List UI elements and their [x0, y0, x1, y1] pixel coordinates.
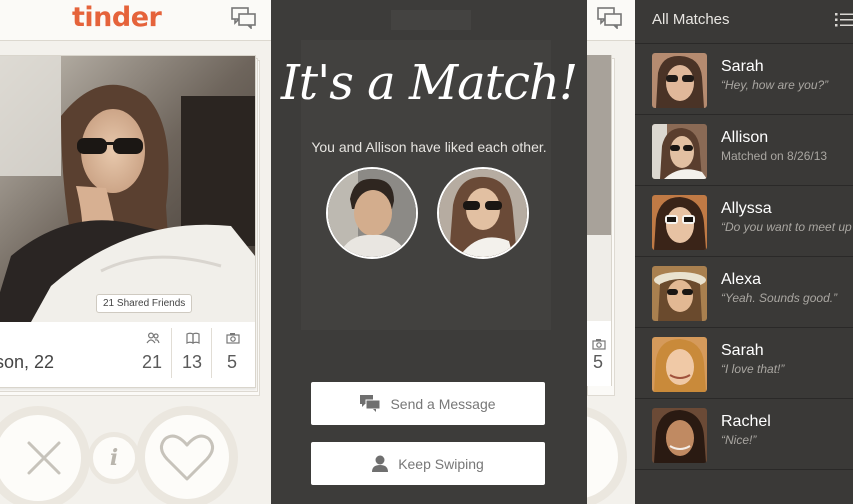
avatar	[652, 53, 707, 108]
profile-photo	[0, 56, 255, 322]
avatar	[652, 408, 707, 463]
match-name: Allison	[721, 129, 769, 146]
match-screen: It's a Match! You and Allison have liked…	[271, 0, 587, 504]
stat-photos-value: 5	[593, 352, 604, 372]
tinder-logo: tinder	[72, 2, 162, 33]
app-header	[587, 0, 635, 41]
profile-photo-edge	[587, 55, 611, 321]
profile-name: ison, 22	[0, 352, 55, 372]
match-message: “I love that!”	[721, 362, 785, 376]
matches-screen: All Matches Sarah “Hey, how are you?” Al…	[635, 0, 853, 504]
avatar	[652, 195, 707, 250]
match-row-rachel[interactable]: Rachel “Nice!”	[635, 398, 853, 470]
match-name: Rachel	[721, 413, 771, 430]
friends-icon	[146, 332, 160, 344]
keep-swiping-button[interactable]: Keep Swiping	[311, 442, 545, 485]
stat-divider	[171, 328, 172, 378]
stat-friends: 21	[133, 322, 171, 384]
send-message-label: Send a Message	[390, 395, 496, 412]
match-message: “Hey, how are you?”	[721, 78, 829, 92]
person-icon	[372, 455, 389, 472]
app-header: tinder	[0, 0, 271, 41]
stat-likes: 13	[173, 322, 211, 384]
stat-friends-value: 21	[141, 352, 163, 372]
match-subtitle: You and Allison have liked each other.	[311, 139, 547, 155]
heart-icon	[160, 434, 214, 481]
matches-header: All Matches	[635, 0, 853, 40]
chat-icon[interactable]	[231, 7, 257, 29]
shared-friends-badge[interactable]: 21 Shared Friends	[96, 294, 193, 313]
chat-bubbles-icon	[360, 395, 381, 412]
matches-title: All Matches	[652, 11, 730, 28]
match-name: Sarah	[721, 342, 764, 359]
avatar	[652, 124, 707, 179]
stat-divider	[211, 328, 212, 378]
list-menu-icon[interactable]	[835, 13, 853, 27]
like-button-edge[interactable]	[587, 406, 627, 504]
info-icon: i	[109, 445, 119, 471]
camera-icon	[592, 339, 606, 350]
close-icon	[27, 441, 61, 475]
match-message: Matched on 8/26/13	[721, 149, 828, 163]
match-row-sarah-2[interactable]: Sarah “I love that!”	[635, 327, 853, 398]
avatar	[652, 266, 707, 321]
profile-card-edge: 5	[587, 55, 612, 386]
match-row-alexa[interactable]: Alexa “Yeah. Sounds good.”	[635, 256, 853, 327]
info-button[interactable]: i	[88, 432, 140, 484]
match-avatar	[437, 167, 529, 259]
stat-likes-value: 13	[181, 352, 203, 372]
keep-swiping-label: Keep Swiping	[398, 455, 484, 472]
match-message: “Do you want to meet up	[721, 220, 852, 234]
match-title: It's a Match!	[280, 55, 578, 111]
avatar	[652, 337, 707, 392]
my-avatar	[326, 167, 418, 259]
profile-card[interactable]: 21 Shared Friends ison, 22 21 13	[0, 55, 256, 388]
match-row-allyssa[interactable]: Allyssa “Do you want to meet up	[635, 185, 853, 256]
match-row-allison[interactable]: Allison Matched on 8/26/13	[635, 114, 853, 185]
swipe-screen-peek: 5	[587, 0, 635, 504]
match-name: Sarah	[721, 58, 764, 75]
stat-photos-value: 5	[226, 352, 237, 372]
chat-icon[interactable]	[597, 7, 623, 29]
match-name: Alexa	[721, 271, 762, 288]
match-message: “Yeah. Sounds good.”	[721, 291, 838, 305]
stat-photos: 5	[213, 322, 251, 384]
match-name: Allyssa	[721, 200, 772, 217]
send-message-button[interactable]: Send a Message	[311, 382, 545, 425]
camera-icon	[226, 333, 240, 344]
like-button[interactable]	[136, 406, 238, 504]
match-row-sarah[interactable]: Sarah “Hey, how are you?”	[635, 43, 853, 114]
book-icon	[186, 332, 200, 344]
match-message: “Nice!”	[721, 433, 757, 447]
swipe-screen: tinder 21 Shared Friends on, 22 21 13 5 …	[0, 0, 271, 504]
nope-button[interactable]	[0, 406, 90, 504]
